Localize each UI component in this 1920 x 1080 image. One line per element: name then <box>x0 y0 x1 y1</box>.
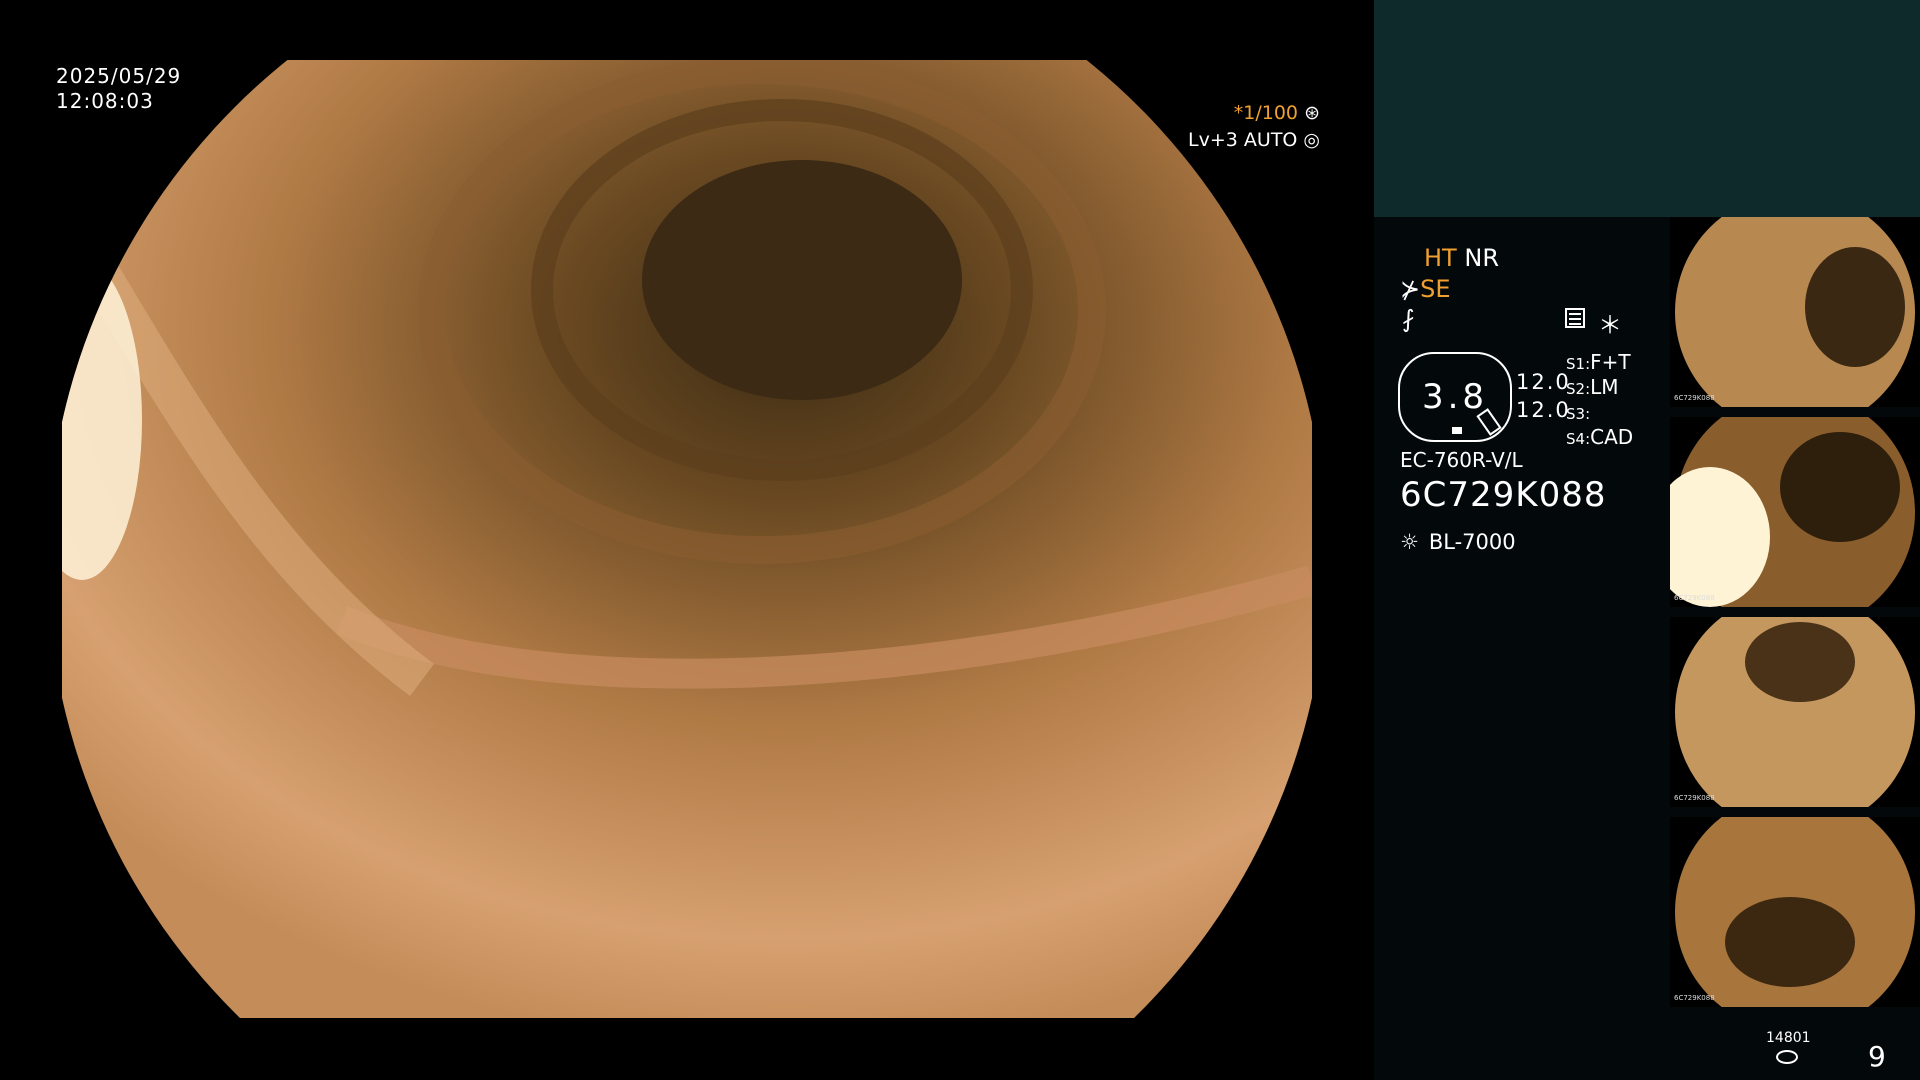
mode-ht: HT <box>1424 244 1457 272</box>
thumbnail-count: 9 <box>1868 1040 1886 1073</box>
light-source: ☼ BL-7000 <box>1400 530 1516 554</box>
time-text: 12:08:03 <box>56 89 154 113</box>
star-icon: ＊ <box>1598 311 1622 339</box>
scope-icon: ⊁ <box>1400 275 1421 303</box>
se-row: ⊁SE <box>1400 275 1451 303</box>
thumbnail-label: 6C729K088 <box>1674 794 1715 802</box>
gauge-value-1: 12.0 <box>1516 370 1571 394</box>
thumbnail-4[interactable]: 6C729K088 <box>1670 817 1920 1007</box>
slot-3: S3: <box>1566 400 1590 424</box>
equalizer-icon: ⨏ <box>1402 305 1415 333</box>
slot-key: S1: <box>1566 355 1591 373</box>
endoscope-image <box>62 60 1312 1018</box>
top-panel <box>1374 0 1920 217</box>
thumbnail-label: 6C729K088 <box>1674 994 1715 1002</box>
slot-1: S1:F+T <box>1566 350 1631 374</box>
slot-value: CAD <box>1590 425 1634 449</box>
slot-2: S2:LM <box>1566 375 1619 399</box>
slot-value: F+T <box>1590 350 1631 374</box>
shutter-text: *1/100 <box>1233 102 1299 124</box>
aperture-icon: ◎ <box>1297 129 1320 151</box>
gauge-value: 3.8 <box>1421 377 1489 417</box>
frame-counter: 14801 <box>1766 1030 1811 1046</box>
exposure-info: *1/100 ⊛ Lv+3 AUTO ◎ <box>1188 100 1320 154</box>
thumbnail-label: 6C729K088 <box>1674 394 1715 402</box>
disk-icon <box>1776 1050 1798 1064</box>
date-text: 2025/05/29 <box>56 64 182 88</box>
mode-nr: NR <box>1464 244 1499 272</box>
scope-model: EC-760R-V/L <box>1400 448 1523 472</box>
gauge-value-2: 12.0 <box>1516 398 1571 422</box>
thumbnail-3[interactable]: 6C729K088 <box>1670 617 1920 807</box>
thumbnail-label: 6C729K088 <box>1674 594 1715 602</box>
gauge: 3.8 <box>1398 352 1512 442</box>
thumbnail-1[interactable]: 6C729K088 <box>1670 217 1920 407</box>
lamp-icon: ☼ <box>1400 530 1419 554</box>
pen-icon <box>1476 408 1502 436</box>
menu-icon <box>1565 308 1585 328</box>
mode-row: HT NR <box>1424 244 1499 272</box>
thumbnail-2[interactable]: 6C729K088 <box>1670 417 1920 607</box>
slot-key: S3: <box>1566 405 1591 423</box>
mode-se: SE <box>1420 275 1451 303</box>
level-text: Lv+3 AUTO <box>1188 129 1298 151</box>
slot-4: S4:CAD <box>1566 425 1633 449</box>
gear-icon: ⊛ <box>1298 102 1320 124</box>
slot-value: LM <box>1590 375 1619 399</box>
gauge-marker <box>1452 427 1462 434</box>
slot-key: S2: <box>1566 380 1591 398</box>
slot-key: S4: <box>1566 430 1591 448</box>
serial-number: 6C729K088 <box>1400 475 1607 515</box>
datetime: 2025/05/29 12:08:03 <box>56 64 181 114</box>
light-source-text: BL-7000 <box>1428 530 1516 554</box>
